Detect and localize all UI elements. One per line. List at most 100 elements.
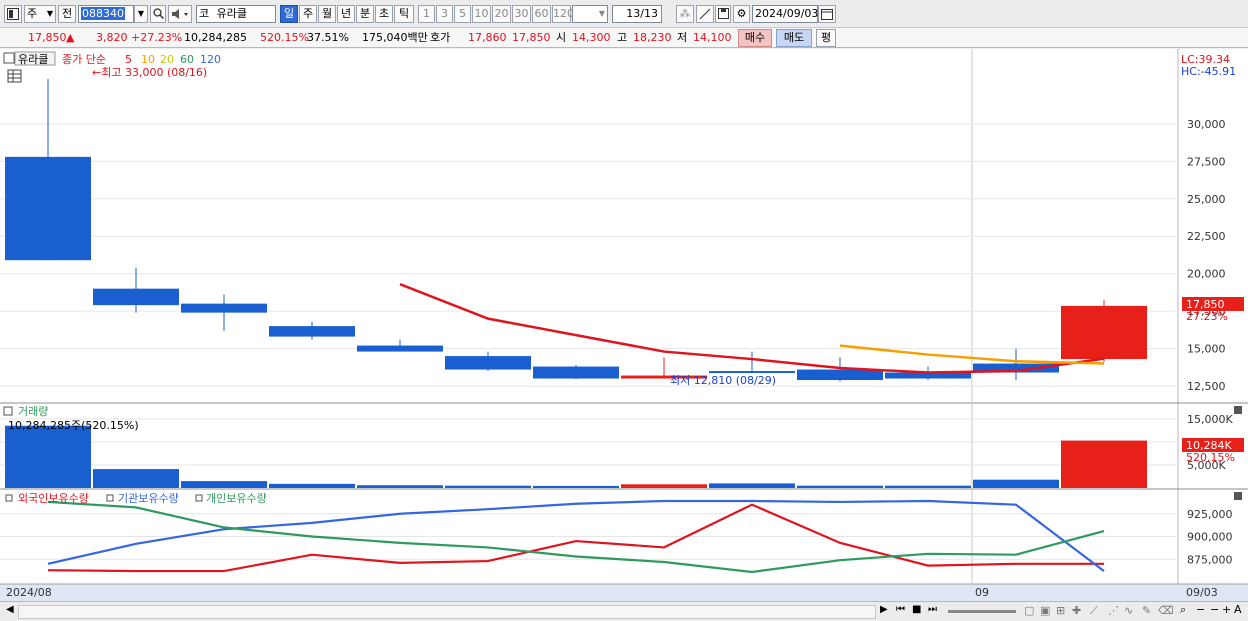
volume-title: 거래량: [18, 405, 48, 418]
volume-panel-close-icon[interactable]: [1234, 406, 1242, 414]
volume-panel-icon[interactable]: [3, 406, 13, 416]
wave-tool-icon[interactable]: ∿: [1124, 604, 1133, 617]
zoom-icon[interactable]: ⌕: [1180, 603, 1186, 617]
candle-body: [1061, 305, 1147, 360]
interval-1-button[interactable]: 1: [418, 5, 435, 23]
prev-button[interactable]: 전: [58, 5, 76, 23]
volume-value: 10,284,285: [184, 31, 247, 44]
holdings-tick-label: 900,000: [1187, 531, 1233, 544]
custom-interval-select[interactable]: ▼: [572, 5, 608, 23]
sell-button[interactable]: 매도: [776, 29, 812, 47]
ma20-legend: 20: [160, 53, 174, 66]
price-change-pct: +27.23%: [131, 31, 183, 44]
x-axis-start-label: 2024/08: [6, 586, 52, 599]
fibo-tool-icon[interactable]: ⋰: [1108, 604, 1119, 617]
foreign-legend: 외국인보유수량: [18, 492, 89, 505]
chevron-down-icon: ▼: [46, 9, 53, 18]
candle-body: [269, 326, 355, 337]
auto-scale-icon[interactable]: A: [1234, 603, 1242, 616]
interval-5-button[interactable]: 5: [454, 5, 471, 23]
period-tick-button[interactable]: 틱: [394, 5, 414, 23]
volume-bar: [885, 485, 971, 488]
candle-body: [181, 303, 267, 313]
zoom-in-icon[interactable]: +: [1222, 603, 1231, 616]
rewind-icon[interactable]: ⏮: [896, 604, 905, 615]
price-change: 3,820: [96, 31, 128, 44]
layout-grid-icon[interactable]: ⊞: [1056, 604, 1065, 617]
interval-120-button[interactable]: 120: [552, 5, 574, 23]
period-select[interactable]: 주 ▼: [24, 5, 56, 23]
period-month-button[interactable]: 월: [318, 5, 336, 23]
layout-single-icon[interactable]: ▢: [1024, 604, 1034, 617]
minus-icon[interactable]: −: [1210, 603, 1219, 616]
evaluation-button[interactable]: 평: [816, 29, 836, 47]
stop-icon[interactable]: ■: [912, 604, 921, 615]
scroll-left-icon[interactable]: ◀: [6, 604, 14, 615]
zoom-out-icon[interactable]: −: [1196, 603, 1205, 616]
trade-amount: 175,040백만: [362, 31, 428, 44]
chart-canvas[interactable]: 12,50015,00017,50020,00022,50025,00027,5…: [0, 49, 1248, 601]
quote-bar: 17,850 ▲ 3,820 +27.23% 10,284,285 520.15…: [0, 28, 1248, 48]
gear-icon[interactable]: ⚙: [733, 5, 750, 23]
interval-3-button[interactable]: 3: [436, 5, 453, 23]
institution-legend-marker: [106, 494, 114, 502]
table-icon[interactable]: [7, 69, 22, 83]
scroll-right-icon[interactable]: ▶: [880, 604, 888, 615]
sound-icon[interactable]: [168, 5, 192, 23]
layout-icon[interactable]: [4, 5, 22, 23]
date-field[interactable]: 2024/09/03: [752, 5, 818, 23]
interval-20-button[interactable]: 20: [492, 5, 511, 23]
candle-type-icon[interactable]: ⁂: [676, 5, 694, 23]
holdings-tick-label: 875,000: [1187, 553, 1233, 566]
period-week-button[interactable]: 주: [299, 5, 317, 23]
x-axis-month-label: 09: [975, 586, 989, 599]
interval-10-button[interactable]: 10: [472, 5, 491, 23]
interval-30-button[interactable]: 30: [512, 5, 531, 23]
layout-split-icon[interactable]: ▣: [1040, 604, 1050, 617]
candle-body: [445, 356, 531, 370]
stock-name-field[interactable]: 코 유라클: [196, 5, 276, 23]
zoom-slider[interactable]: [948, 610, 1016, 613]
text-tool-icon[interactable]: ✎: [1142, 604, 1151, 617]
holdings-panel-close-icon[interactable]: [1234, 492, 1242, 500]
price-tick-label: 12,500: [1187, 380, 1226, 393]
stock-code-input[interactable]: 088340: [78, 5, 134, 23]
last-pct-tag: 27.23%: [1186, 310, 1228, 323]
code-dropdown-icon[interactable]: ▼: [134, 5, 148, 23]
candle-body: [357, 345, 443, 352]
period-minute-button[interactable]: 분: [356, 5, 374, 23]
volume-bar: [797, 485, 883, 488]
count-field[interactable]: 13/13: [612, 5, 662, 23]
holdings-tick-label: 925,000: [1187, 508, 1233, 521]
price-tick-label: 22,500: [1187, 230, 1226, 243]
buy-button[interactable]: 매수: [738, 29, 772, 47]
trend-tool-icon[interactable]: ⟋: [1090, 604, 1098, 618]
bid-price: 17,850: [512, 31, 551, 44]
panel-menu-icon[interactable]: [3, 52, 15, 64]
interval-60-button[interactable]: 60: [532, 5, 551, 23]
save-icon[interactable]: [715, 5, 731, 23]
foreign-legend-marker: [5, 494, 13, 502]
fast-forward-icon[interactable]: ⏭: [928, 604, 937, 615]
period-year-button[interactable]: 년: [337, 5, 355, 23]
search-icon[interactable]: [150, 5, 166, 23]
volume-bar: [357, 485, 443, 488]
high-label: 고: [617, 31, 628, 44]
period-second-button[interactable]: 초: [375, 5, 393, 23]
chart-area[interactable]: 12,500 15,000 17,500 20,000 22,500 25,000 27,5…: [0, 49, 1248, 601]
volume-tick-label: 15,000K: [1187, 413, 1233, 426]
price-tick-label: 30,000: [1187, 118, 1226, 131]
delete-tool-icon[interactable]: ⌫: [1158, 604, 1174, 617]
period-day-button[interactable]: 일: [280, 5, 298, 23]
open-label: 시: [556, 31, 567, 44]
calendar-icon[interactable]: [818, 5, 836, 23]
draw-line-icon[interactable]: [696, 5, 714, 23]
volume-bars: [5, 425, 1147, 488]
crosshair-icon[interactable]: ✚: [1072, 604, 1081, 617]
low-label: 저: [677, 31, 688, 44]
volume-bar: [5, 425, 91, 488]
horizontal-scrollbar[interactable]: [18, 605, 876, 619]
market-prefix: 코: [199, 7, 210, 20]
scroll-toolbar: ◀ ▶ ⏮ ■ ⏭ ▢ ▣ ⊞ ✚ ⟋ ⋰ ∿ ✎ ⌫ ⌕ − − + A: [0, 601, 1248, 621]
turnover-rate: 37.51%: [307, 31, 349, 44]
